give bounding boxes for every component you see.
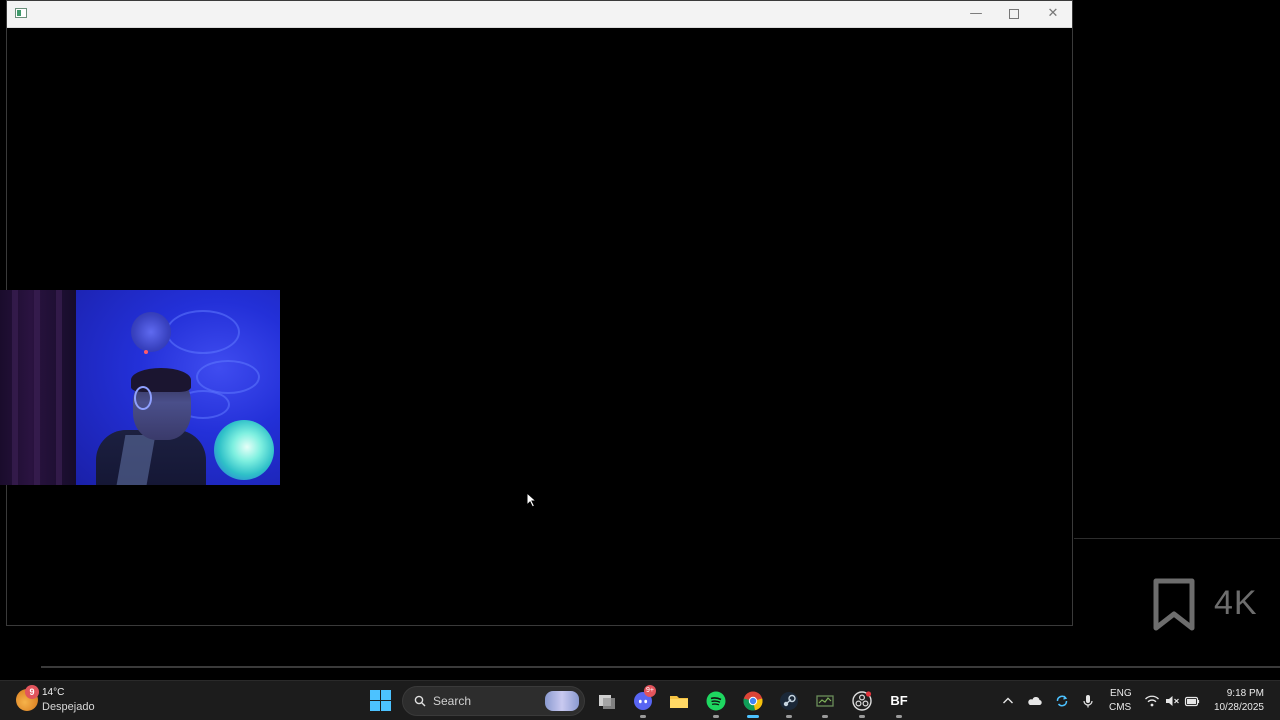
- running-indicator: [786, 715, 792, 718]
- weather-badge: 9: [25, 685, 39, 699]
- headset: [134, 386, 152, 410]
- running-indicator: [713, 715, 719, 718]
- running-indicator: [822, 715, 828, 718]
- windows-logo-icon: [370, 690, 380, 700]
- webcam-curtain-fold: [34, 290, 40, 485]
- running-indicator: [896, 715, 902, 718]
- search-highlight-image: [545, 691, 579, 711]
- quality-label: 4K: [1214, 584, 1258, 622]
- progress-line: [41, 666, 1280, 668]
- taskbar-app-file-explorer[interactable]: [665, 687, 693, 715]
- active-indicator: [747, 715, 759, 718]
- window-app-icon: [15, 8, 27, 18]
- webcam-curtain-fold: [56, 290, 62, 485]
- steam-icon: [780, 692, 798, 710]
- wall-fan: [131, 312, 171, 352]
- start-button[interactable]: [370, 690, 392, 712]
- search-icon: [414, 695, 426, 707]
- taskbar-app-monitor[interactable]: [811, 687, 839, 718]
- moon-lamp: [214, 420, 274, 480]
- task-view-button[interactable]: [593, 687, 621, 715]
- search-placeholder: Search: [433, 694, 472, 708]
- taskbar-app-spotify[interactable]: [702, 687, 730, 718]
- running-indicator: [859, 715, 865, 718]
- red-light: [144, 350, 148, 354]
- windows-logo-pane: [381, 701, 391, 711]
- mouse-cursor-icon: [526, 492, 538, 508]
- wifi-icon[interactable]: [1144, 693, 1160, 709]
- weather-condition: Despejado: [42, 701, 95, 713]
- discord-badge: 9+: [644, 685, 656, 697]
- monitor-app-icon: [816, 695, 834, 707]
- running-indicator: [640, 715, 646, 718]
- clock-time: 9:18 PM: [1226, 688, 1264, 699]
- spotify-icon: [706, 691, 726, 711]
- desktop: — ✕ 4K 9 14°C Despejado Search 9+ BF ENG…: [0, 0, 1280, 720]
- maximize-icon: [1009, 8, 1019, 19]
- taskbar-app-steam[interactable]: [775, 687, 803, 718]
- bf-icon: BF: [890, 693, 908, 708]
- language-code: ENG: [1110, 688, 1132, 699]
- chrome-icon: [743, 691, 763, 711]
- webcam-scene: [76, 290, 280, 485]
- minimize-button[interactable]: —: [957, 1, 995, 27]
- webcam-overlay: [0, 290, 280, 485]
- battery-icon[interactable]: [1184, 693, 1200, 709]
- task-view-icon: [599, 695, 615, 709]
- sync-icon[interactable]: [1054, 693, 1070, 709]
- wall-pattern: [166, 310, 240, 354]
- close-button[interactable]: ✕: [1034, 1, 1072, 27]
- onedrive-icon[interactable]: [1027, 693, 1043, 709]
- input-method: CMS: [1109, 702, 1132, 713]
- taskbar-app-discord[interactable]: 9+: [629, 685, 657, 718]
- chevron-up-icon[interactable]: [1000, 693, 1016, 709]
- divider: [1074, 538, 1280, 539]
- bookmark-icon[interactable]: [1153, 578, 1195, 632]
- obs-icon: [852, 691, 872, 711]
- windows-logo-pane: [370, 701, 380, 711]
- maximize-button[interactable]: [995, 1, 1033, 27]
- webcam-curtain-fold: [12, 290, 18, 485]
- wall-pattern: [196, 360, 260, 394]
- taskbar: 9 14°C Despejado Search 9+ BF ENG CMS 9:…: [0, 680, 1280, 720]
- volume-muted-icon[interactable]: [1164, 693, 1180, 709]
- window-titlebar[interactable]: — ✕: [7, 1, 1072, 28]
- microphone-icon[interactable]: [1080, 693, 1096, 709]
- taskbar-app-chrome[interactable]: [739, 687, 767, 718]
- taskbar-app-obs[interactable]: [848, 687, 876, 718]
- weather-temperature: 14°C: [42, 687, 65, 698]
- file-explorer-icon: [670, 696, 688, 708]
- windows-logo-pane: [381, 690, 391, 700]
- clock-date: 10/28/2025: [1213, 702, 1264, 713]
- taskbar-app-bf[interactable]: BF: [885, 687, 913, 718]
- taskbar-search[interactable]: Search: [402, 686, 585, 716]
